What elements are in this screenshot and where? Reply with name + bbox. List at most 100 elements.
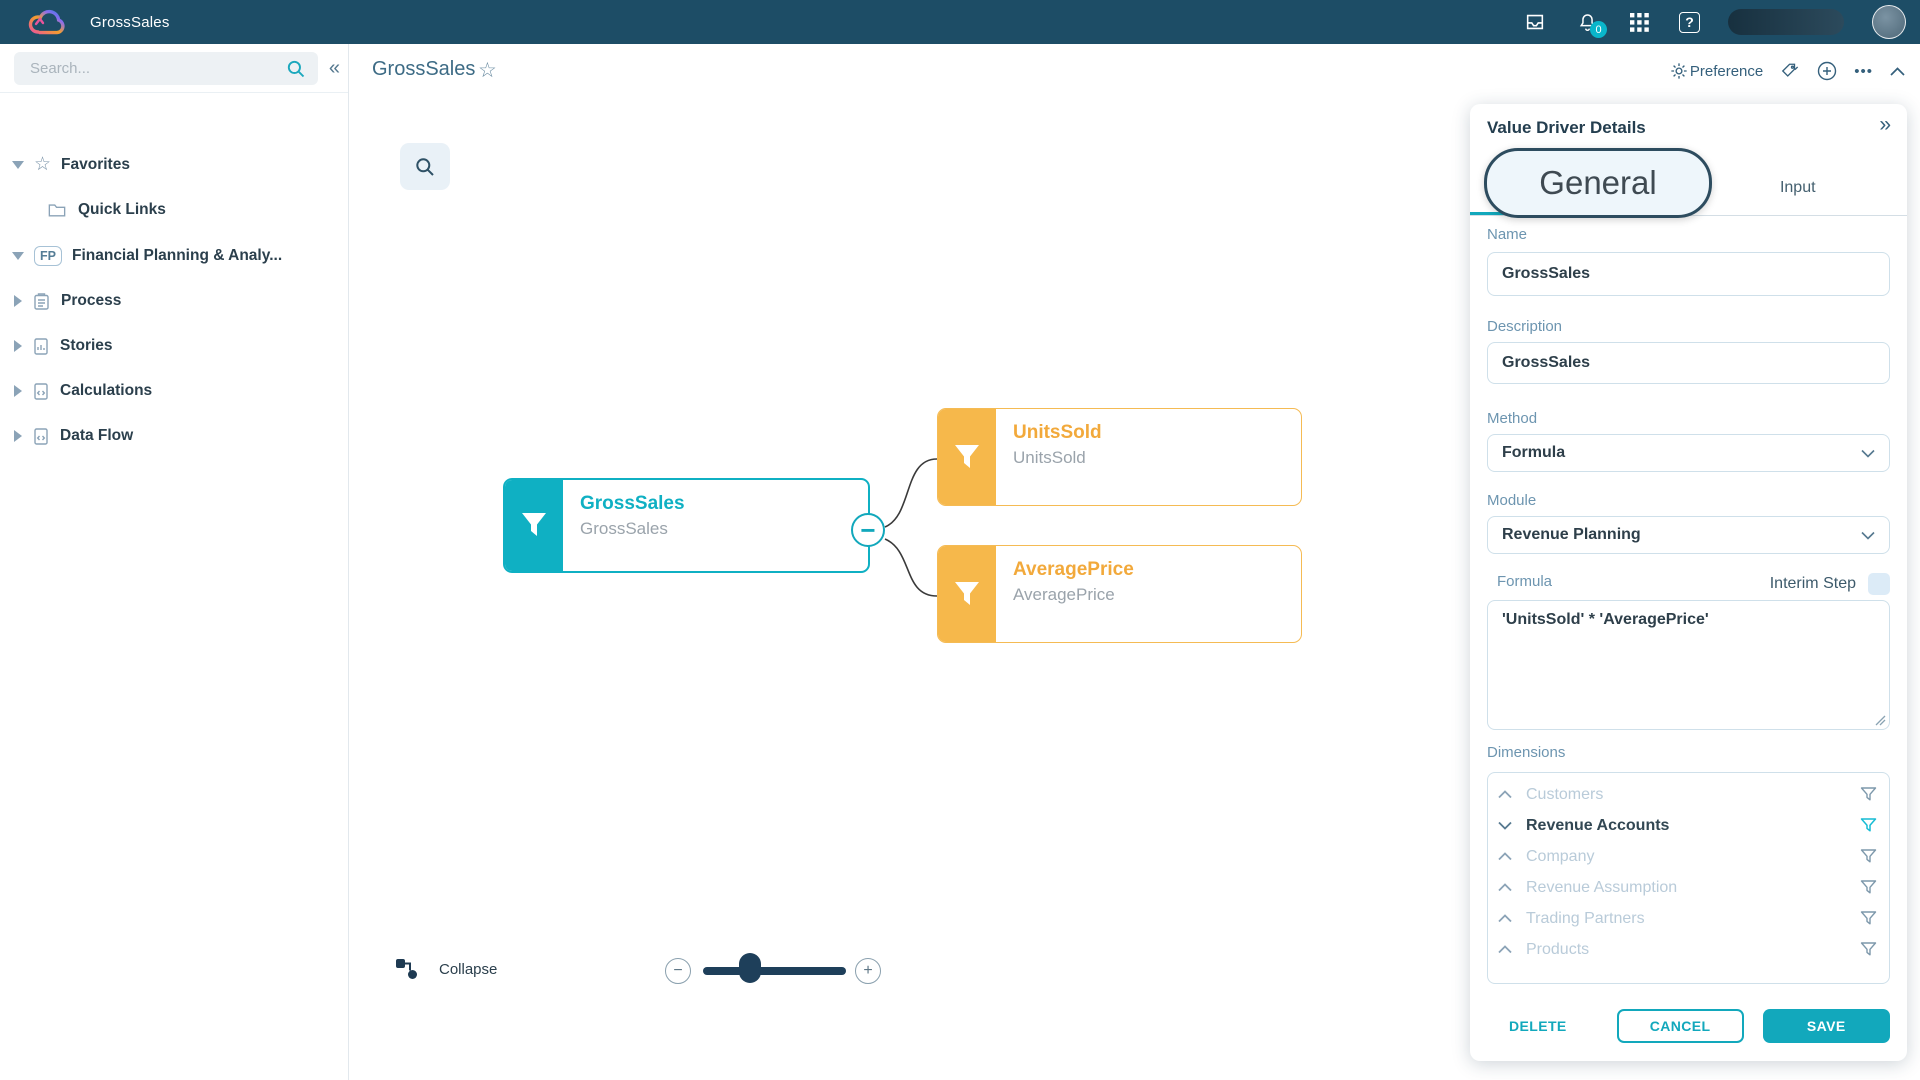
canvas-search-button[interactable] <box>400 143 450 190</box>
sidebar-item-process[interactable]: Process <box>0 286 348 316</box>
dimension-row-trading-partners[interactable]: Trading Partners <box>1488 903 1889 934</box>
funnel-icon <box>938 546 996 642</box>
tab-general-label: General <box>1539 164 1656 202</box>
module-select[interactable]: Revenue Planning <box>1487 516 1890 554</box>
sidebar-item-stories[interactable]: Stories <box>0 331 348 361</box>
dimension-row-revenue-assumption[interactable]: Revenue Assumption <box>1488 872 1889 903</box>
zoom-in-button[interactable]: + <box>855 958 881 984</box>
collapse-tree-button[interactable]: Collapse <box>395 958 497 980</box>
interim-step-checkbox[interactable] <box>1868 573 1890 595</box>
collapse-header-chevron-icon[interactable] <box>1890 67 1905 76</box>
sidebar-item-label: Favorites <box>61 156 130 174</box>
preference-button[interactable]: Preference <box>1670 62 1763 80</box>
search-icon <box>414 156 436 178</box>
fp-badge: FP <box>34 246 62 266</box>
favorites-star-icon: ☆ <box>34 155 51 175</box>
dimension-row-products[interactable]: Products <box>1488 934 1889 965</box>
interim-step-control: Interim Step <box>1770 573 1890 595</box>
favorite-toggle-star-icon[interactable]: ☆ <box>478 58 497 83</box>
expand-panel-icon[interactable]: » <box>1879 113 1891 137</box>
app-grid-icon[interactable] <box>1627 10 1651 34</box>
folder-icon <box>48 202 66 218</box>
filter-funnel-icon[interactable] <box>1860 848 1877 865</box>
interim-step-label: Interim Step <box>1770 575 1856 593</box>
zoom-out-button[interactable]: − <box>665 958 691 984</box>
search-input[interactable] <box>14 60 286 77</box>
method-select[interactable]: Formula <box>1487 434 1890 472</box>
sidebar-item-label: Quick Links <box>78 201 166 219</box>
caret-right-icon[interactable] <box>14 430 22 442</box>
caret-down-icon[interactable] <box>12 161 24 169</box>
sidebar-item-label: Stories <box>60 337 113 355</box>
page-title: GrossSales <box>372 58 475 81</box>
delete-button[interactable]: DELETE <box>1509 1018 1567 1034</box>
hierarchy-collapse-icon <box>395 958 419 980</box>
add-circle-icon[interactable] <box>1817 61 1837 81</box>
caret-right-icon[interactable] <box>14 295 22 307</box>
chevron-up-icon[interactable] <box>1498 914 1512 923</box>
general-tab-walkthrough-highlight[interactable]: General <box>1484 148 1712 218</box>
data-flow-document-icon <box>34 428 48 445</box>
value-driver-details-panel: Value Driver Details » Input General Nam… <box>1470 104 1907 1061</box>
caret-right-icon[interactable] <box>14 385 22 397</box>
user-avatar[interactable] <box>1872 5 1906 39</box>
value-driver-node-unitssold[interactable]: UnitsSold UnitsSold <box>937 408 1302 506</box>
chevron-up-icon[interactable] <box>1498 945 1512 954</box>
node-subtitle: UnitsSold <box>1013 448 1301 468</box>
dimension-name: Revenue Accounts <box>1526 817 1669 835</box>
gear-icon <box>1670 62 1688 80</box>
stories-chart-document-icon <box>34 338 48 355</box>
filter-funnel-icon[interactable] <box>1860 910 1877 927</box>
description-label: Description <box>1487 318 1562 335</box>
node-title: AveragePrice <box>1013 559 1301 581</box>
collapse-sidebar-icon[interactable]: « <box>329 56 340 80</box>
topbar-actions: 0 ? <box>1523 5 1920 39</box>
caret-down-icon[interactable] <box>12 252 24 260</box>
formula-textarea[interactable]: 'UnitsSold' * 'AveragePrice' <box>1487 600 1890 730</box>
chevron-down-icon[interactable] <box>1498 821 1512 830</box>
chevron-up-icon[interactable] <box>1498 852 1512 861</box>
collapse-label: Collapse <box>439 961 497 978</box>
dimension-name: Company <box>1526 848 1594 866</box>
user-name-masked <box>1728 9 1844 35</box>
sidebar-item-quick-links[interactable]: Quick Links <box>0 195 348 225</box>
help-icon[interactable]: ? <box>1679 12 1700 33</box>
app-root: GrossSales 0 <box>0 0 1920 1080</box>
cancel-button[interactable]: CANCEL <box>1617 1009 1744 1043</box>
sidebar-item-calculations[interactable]: Calculations <box>0 376 348 406</box>
preference-label: Preference <box>1690 63 1763 80</box>
dimension-row-company[interactable]: Company <box>1488 841 1889 872</box>
notifications-bell-icon[interactable]: 0 <box>1575 10 1599 34</box>
dimension-row-revenue-accounts[interactable]: Revenue Accounts <box>1488 810 1889 841</box>
search-icon[interactable] <box>286 59 306 79</box>
tags-icon[interactable] <box>1780 62 1800 80</box>
inbox-icon[interactable] <box>1523 10 1547 34</box>
overflow-menu-icon[interactable]: ••• <box>1854 63 1873 80</box>
save-button[interactable]: SAVE <box>1763 1009 1891 1043</box>
value-driver-node-averageprice[interactable]: AveragePrice AveragePrice <box>937 545 1302 643</box>
zoom-slider-track[interactable] <box>703 967 846 975</box>
tab-input[interactable]: Input <box>1689 150 1908 215</box>
value-driver-node-grosssales[interactable]: GrossSales GrossSales <box>503 478 870 573</box>
filter-funnel-icon[interactable] <box>1860 786 1877 803</box>
dimension-row-customers[interactable]: Customers <box>1488 779 1889 810</box>
chevron-up-icon[interactable] <box>1498 883 1512 892</box>
collapse-children-minus-button[interactable]: − <box>851 513 885 547</box>
sidebar-item-favorites[interactable]: ☆ Favorites <box>0 150 348 180</box>
filter-funnel-icon[interactable] <box>1860 879 1877 896</box>
name-field[interactable] <box>1487 252 1890 296</box>
filter-funnel-icon[interactable] <box>1860 941 1877 958</box>
caret-right-icon[interactable] <box>14 340 22 352</box>
chevron-up-icon[interactable] <box>1498 790 1512 799</box>
sidebar-item-financial-planning[interactable]: FP Financial Planning & Analy... <box>0 241 348 271</box>
chevron-down-icon <box>1861 531 1875 540</box>
zoom-slider-thumb[interactable] <box>739 953 761 983</box>
description-field[interactable] <box>1487 342 1890 384</box>
sidebar-search-box <box>14 52 318 85</box>
dimension-name: Trading Partners <box>1526 910 1645 928</box>
module-label: Module <box>1487 492 1536 509</box>
sidebar-item-data-flow[interactable]: Data Flow <box>0 421 348 451</box>
notification-count-badge: 0 <box>1590 21 1607 38</box>
filter-funnel-icon-active[interactable] <box>1860 817 1877 834</box>
top-bar: GrossSales 0 <box>0 0 1920 44</box>
